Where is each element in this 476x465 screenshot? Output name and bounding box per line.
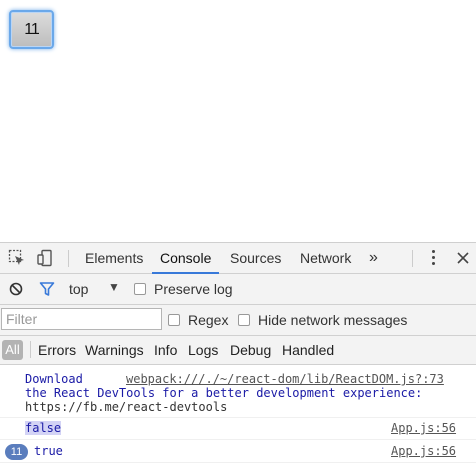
regex-checkbox[interactable] — [168, 314, 180, 326]
clear-console-icon[interactable] — [9, 282, 23, 296]
context-selector[interactable]: top — [69, 281, 88, 297]
message-text: false — [25, 421, 62, 435]
tab-elements[interactable]: Elements — [85, 243, 143, 273]
level-handled[interactable]: Handled — [282, 342, 334, 358]
toolbar-divider — [412, 250, 413, 267]
more-tabs-icon[interactable]: » — [369, 243, 378, 273]
message-text: Download — [25, 372, 83, 386]
console-message: 11 true App.js:56 — [0, 440, 476, 463]
level-info[interactable]: Info — [154, 342, 177, 358]
message-source-link[interactable]: App.js:56 — [391, 444, 456, 458]
device-toolbar-icon[interactable] — [37, 249, 55, 267]
inspect-element-icon[interactable] — [8, 249, 26, 267]
message-source-link[interactable]: webpack:///./~/react-dom/lib/ReactDOM.js… — [126, 372, 444, 386]
preserve-log-label: Preserve log — [154, 281, 233, 297]
level-errors[interactable]: Errors — [38, 342, 76, 358]
tab-network[interactable]: Network — [300, 243, 351, 273]
level-warnings[interactable]: Warnings — [85, 342, 144, 358]
filter-row: Regex Hide network messages — [0, 305, 476, 336]
preserve-log-checkbox[interactable] — [134, 283, 146, 295]
devtools-panel: Elements Console Sources Network » top ▼… — [0, 242, 476, 465]
chevron-down-icon[interactable]: ▼ — [108, 280, 120, 294]
hide-network-label: Hide network messages — [258, 312, 408, 328]
filter-input[interactable] — [1, 308, 162, 330]
kebab-menu-icon[interactable] — [432, 250, 436, 266]
log-levels-bar: All Errors Warnings Info Logs Debug Hand… — [0, 336, 476, 365]
console-message: false App.js:56 — [0, 418, 476, 440]
level-logs[interactable]: Logs — [188, 342, 218, 358]
filter-icon[interactable] — [39, 281, 55, 297]
console-message: Download webpack:///./~/react-dom/lib/Re… — [0, 369, 476, 418]
counter-button[interactable]: 11 — [9, 10, 54, 49]
devtools-tabbar: Elements Console Sources Network » — [0, 243, 476, 274]
toolbar-divider — [68, 250, 69, 267]
page-viewport: 11 — [0, 0, 476, 240]
level-debug[interactable]: Debug — [230, 342, 271, 358]
hide-network-checkbox[interactable] — [238, 314, 250, 326]
tab-sources[interactable]: Sources — [230, 243, 281, 273]
message-text: true — [34, 444, 63, 458]
level-all[interactable]: All — [2, 340, 23, 360]
message-url: https://fb.me/react-devtools — [25, 400, 228, 414]
close-icon[interactable] — [456, 251, 470, 265]
repeat-count-badge: 11 — [5, 444, 28, 460]
message-text: the React DevTools for a better developm… — [25, 386, 423, 400]
message-source-link[interactable]: App.js:56 — [391, 421, 456, 435]
levels-divider — [30, 341, 31, 358]
console-toolbar: top ▼ Preserve log — [0, 274, 476, 305]
tab-console[interactable]: Console — [151, 243, 220, 274]
regex-label: Regex — [188, 312, 229, 328]
